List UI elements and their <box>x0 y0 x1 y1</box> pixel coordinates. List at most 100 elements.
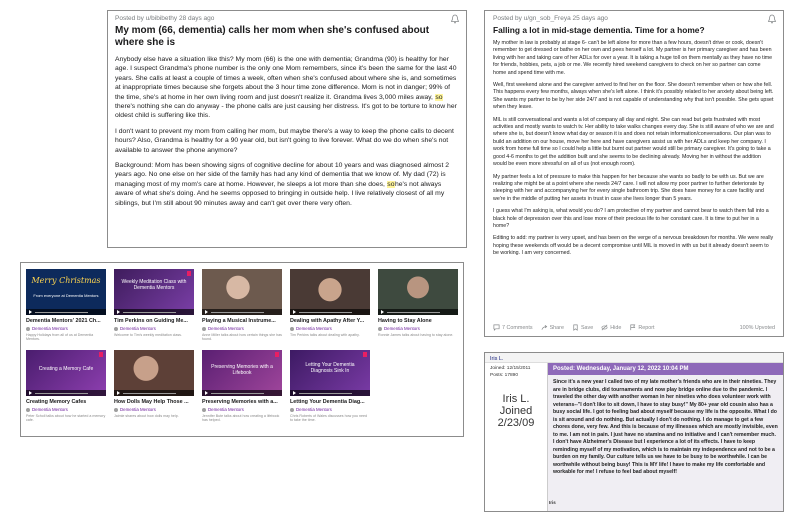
video-author: Dementia Mentors <box>290 326 370 331</box>
post-paragraph: My mother in law is probably at stage 6-… <box>493 40 773 76</box>
comments-button[interactable]: 7 Comments <box>493 324 533 331</box>
video-title[interactable]: Dealing with Apathy After Y... <box>290 318 370 324</box>
progress-bar[interactable] <box>123 392 176 394</box>
forum-post-content: Joined: 12/15/2011 Posts: 17890 Iris L. … <box>485 363 783 511</box>
progress-bar[interactable] <box>299 311 352 313</box>
post-paragraph: Editing to add: my partner is very upset… <box>493 235 774 257</box>
video-title[interactable]: How Dolls May Help Those ... <box>114 399 194 405</box>
video-card[interactable]: Dealing with Apathy After Y... Dementia … <box>290 269 370 342</box>
post-paragraph: MIL is still conversational and wants a … <box>493 116 774 168</box>
avatar <box>114 407 118 412</box>
post-title[interactable]: Falling a lot in mid-stage dementia. Tim… <box>493 25 775 35</box>
post-paragraph: Anybody else have a situation like this?… <box>115 56 457 120</box>
play-icon[interactable] <box>117 310 120 314</box>
bell-icon[interactable] <box>767 14 777 24</box>
video-title[interactable]: Creating Memory Cafes <box>26 399 106 405</box>
video-thumbnail[interactable]: Merry Christmas From everyone at Dementi… <box>26 269 106 315</box>
hide-button[interactable]: Hide <box>601 324 621 331</box>
video-thumbnail[interactable]: Preserving Memories with a Lifebook <box>202 350 282 396</box>
progress-bar[interactable] <box>35 311 88 313</box>
video-card[interactable]: Having to Stay Alone Dementia Mentors Ro… <box>378 269 458 342</box>
play-icon[interactable] <box>29 391 32 395</box>
video-thumbnail[interactable] <box>378 269 458 315</box>
progress-bar[interactable] <box>35 392 88 394</box>
video-author: Dementia Mentors <box>202 407 282 412</box>
play-icon[interactable] <box>29 310 32 314</box>
avatar <box>114 326 118 331</box>
post-message: Posted: Wednesday, January 12, 2022 10:0… <box>547 363 783 511</box>
progress-bar[interactable] <box>211 311 264 313</box>
video-title[interactable]: Tim Perkins on Guiding Me... <box>114 318 194 324</box>
reddit-post-falling: Posted by u/gn_sob_Freya 25 days ago Fal… <box>484 10 784 337</box>
play-icon[interactable] <box>205 391 208 395</box>
share-button[interactable]: Share <box>541 324 564 331</box>
progress-bar[interactable] <box>387 311 440 313</box>
avatar <box>26 326 30 331</box>
bookmark-icon <box>275 352 279 357</box>
author-name-link[interactable]: Iris L. <box>485 353 783 363</box>
video-card[interactable]: Letting Your Dementia Diagnosis Sink In … <box>290 350 370 423</box>
video-thumbnail[interactable] <box>114 350 194 396</box>
bookmark-icon <box>99 352 103 357</box>
video-title[interactable]: Playing a Musical Instrume... <box>202 318 282 324</box>
video-thumbnail[interactable]: Weekly Meditation Class with Dementia Me… <box>114 269 194 315</box>
post-title[interactable]: My mom (66, dementia) calls her mom when… <box>115 25 459 49</box>
video-title[interactable]: Having to Stay Alone <box>378 318 458 324</box>
progress-bar[interactable] <box>211 392 264 394</box>
video-description: Jennifer Bute talks about how creating a… <box>202 414 280 423</box>
play-icon[interactable] <box>293 391 296 395</box>
video-description: Jaimie shares about how dolls may help. <box>114 414 179 418</box>
video-description: Chris Roberts of Wales discusses how you… <box>290 414 367 423</box>
progress-bar[interactable] <box>123 311 176 313</box>
bookmark-icon <box>187 271 191 276</box>
signature-date: 2/23/09 <box>497 417 535 429</box>
play-icon[interactable] <box>381 310 384 314</box>
save-button[interactable]: Save <box>572 324 593 331</box>
thumbnail-title: Weekly Meditation Class with Dementia Me… <box>121 279 187 291</box>
video-thumbnail[interactable]: Creating a Memory Cafe <box>26 350 106 396</box>
video-author: Dementia Mentors <box>378 326 458 331</box>
report-button[interactable]: Report <box>629 324 655 331</box>
post-body: My mother in law is probably at stage 6-… <box>493 40 775 258</box>
video-card[interactable]: Playing a Musical Instrume... Dementia M… <box>202 269 282 342</box>
progress-bar[interactable] <box>299 392 352 394</box>
video-card[interactable]: Creating a Memory Cafe Creating Memory C… <box>26 350 106 423</box>
avatar <box>290 407 294 412</box>
post-body: Anybody else have a situation like this?… <box>115 55 459 208</box>
video-card[interactable]: Preserving Memories with a Lifebook Pres… <box>202 350 282 423</box>
video-description: Peter Scholl talks about how he started … <box>26 414 106 423</box>
post-paragraph: Well, first weekend alone and the caregi… <box>493 82 774 111</box>
avatar <box>26 407 30 412</box>
video-thumbnail[interactable]: Letting Your Dementia Diagnosis Sink In <box>290 350 370 396</box>
video-thumbnail[interactable] <box>202 269 282 315</box>
video-author: Dementia Mentors <box>114 326 194 331</box>
avatar <box>202 326 206 331</box>
play-icon[interactable] <box>205 310 208 314</box>
video-card[interactable]: Weekly Meditation Class with Dementia Me… <box>114 269 194 342</box>
bookmark-icon <box>363 352 367 357</box>
post-meta: Posted by u/bibibethy 28 days ago <box>115 15 215 22</box>
video-title[interactable]: Preserving Memories with a... <box>202 399 282 405</box>
thumbnail-title: Creating a Memory Cafe <box>38 366 94 372</box>
video-card[interactable]: Merry Christmas From everyone at Dementi… <box>26 269 106 342</box>
post-action-bar: 7 Comments Share Save Hide Report 100% U… <box>493 324 775 331</box>
play-icon[interactable] <box>117 391 120 395</box>
video-thumbnail[interactable] <box>290 269 370 315</box>
thumbnail-title: Preserving Memories with a Lifebook <box>211 364 273 376</box>
post-paragraph: I guess what I'm asking is, what would y… <box>493 208 769 229</box>
author-sidebar: Joined: 12/15/2011 Posts: 17890 Iris L. … <box>485 363 547 511</box>
post-paragraph: I don't want to prevent my mom from call… <box>115 127 454 154</box>
thumbnail-title: Merry Christmas <box>31 276 101 285</box>
video-author: Dementia Mentors <box>26 326 106 331</box>
post-body: Since it's a new year I called two of my… <box>553 379 778 475</box>
video-description: Happy Holidays from all of us at Dementi… <box>26 333 94 342</box>
signature-name: Iris L. <box>502 393 530 405</box>
video-card[interactable]: How Dolls May Help Those ... Dementia Me… <box>114 350 194 423</box>
video-title[interactable]: Letting Your Dementia Diag... <box>290 399 370 405</box>
video-title[interactable]: Dementia Mentors' 2021 Ch... <box>26 318 106 324</box>
play-icon[interactable] <box>293 310 296 314</box>
avatar <box>290 326 294 331</box>
post-meta: Posted by u/gn_sob_Freya 25 days ago <box>493 15 608 22</box>
comment-icon <box>493 324 500 331</box>
bell-icon[interactable] <box>450 14 460 24</box>
